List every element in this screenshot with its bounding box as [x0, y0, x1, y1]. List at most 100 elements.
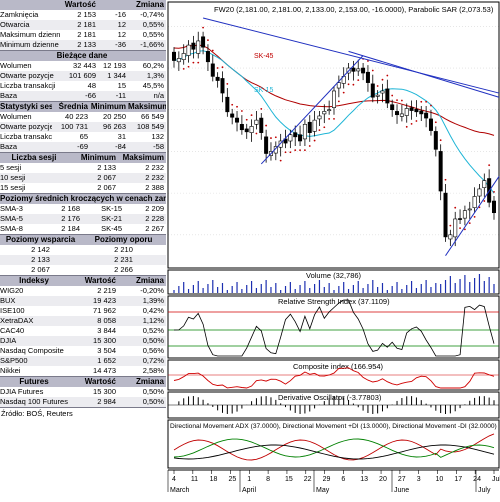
- candle-body: [482, 180, 487, 188]
- table-row: 15 sesji 2 067 2 388: [0, 183, 166, 193]
- moving-averages-table: Poziomy średnich kroczących w cenach zam…: [0, 194, 166, 235]
- table-cell: 0,42%: [142, 306, 164, 315]
- range-rows: 5 sesji 2 133 2 232 10 sesji 2 067 2 232 15 se…: [0, 163, 166, 194]
- header-cell: Zmiana: [98, 0, 166, 10]
- table-cell: SMA-3: [0, 204, 23, 213]
- sar-dot: [270, 137, 272, 139]
- sar-dot: [459, 227, 461, 230]
- sar-dot: [202, 26, 204, 29]
- sar-dot: [410, 123, 413, 125]
- candle-body: [458, 218, 463, 220]
- sar-dot: [236, 105, 238, 108]
- table-row: 10 sesji 2 067 2 232: [0, 173, 166, 183]
- table-cell: Minimum dzienne: [0, 40, 60, 50]
- table-row: 2 133 2 231: [0, 255, 166, 265]
- table-row: Wolumen 32 443 12 193 60,2%: [0, 61, 166, 71]
- candle-body: [472, 196, 477, 209]
- sessions-stats-table: Statystyki sesji Średnia Minimum Maksimu…: [0, 102, 166, 153]
- table-cell: 71 962: [93, 306, 116, 315]
- table-row: DJIA Futures 15 300 0,50%: [0, 387, 166, 397]
- candle-body: [399, 113, 404, 117]
- sar-dot: [400, 99, 403, 102]
- month-label: March: [170, 487, 190, 494]
- table-cell: 2 210: [114, 245, 133, 254]
- sar-dot: [468, 222, 471, 225]
- sar-dot: [294, 149, 297, 152]
- table-cell: Otwarcia: [0, 20, 60, 30]
- month-label: June: [394, 487, 409, 494]
- range-table-header: Liczba sesji Minimum Maksimum: [0, 153, 166, 163]
- table-cell: 96 263: [90, 122, 128, 132]
- candle-body: [298, 134, 303, 142]
- table-cell: DJIA: [0, 336, 70, 346]
- month-label: July: [478, 487, 491, 494]
- table-cell: 2 067: [70, 173, 118, 183]
- volume-panel-title: Volume (32,786): [306, 271, 362, 280]
- candle-body: [254, 119, 259, 125]
- candle-body: [404, 108, 409, 116]
- support-resistance-header: Poziomy wsparcia Poziomy oporu: [0, 235, 166, 245]
- table-cell: 15: [117, 81, 126, 90]
- header-cell: Wartość: [60, 0, 98, 10]
- table-row: S&P500 1 652 0,72%: [0, 356, 166, 366]
- table-cell: Otwarte pozycje: [0, 122, 52, 132]
- candle-body: [191, 42, 196, 50]
- moving-averages-rows: SMA-3 2 168 SK-15 2 209 SMA-5 2 176 SK-21 2 228…: [0, 204, 166, 235]
- table-cell: S&P500: [0, 356, 70, 366]
- sar-dot: [454, 206, 457, 209]
- table-cell: 15 300: [93, 387, 116, 396]
- table-cell: 2 984: [70, 397, 118, 407]
- table-cell: 2 142: [31, 245, 50, 254]
- date-label: 27: [398, 476, 406, 483]
- sar-dot: [381, 78, 384, 81]
- candle-body: [419, 110, 424, 115]
- sar-dot: [493, 190, 495, 193]
- market-table-header: Wartość Zmiana: [0, 0, 166, 10]
- sar-dot: [318, 129, 321, 132]
- table-row: SMA-5 2 176 SK-21 2 228: [0, 214, 166, 224]
- table-cell: 14 473: [93, 366, 116, 375]
- table-cell: 3 844: [97, 326, 116, 335]
- table-cell: 40 223: [65, 112, 88, 121]
- table-row: 2 067 2 266: [0, 265, 166, 275]
- header-cell: Maksimum: [118, 153, 166, 163]
- sar-dot: [313, 139, 316, 142]
- sar-dot: [231, 103, 234, 106]
- candle-body: [390, 104, 395, 111]
- sessions-stats-header: Statystyki sesji Średnia Minimum Maksimu…: [0, 102, 166, 112]
- table-row: WIG20 2 219 -0,20%: [0, 286, 166, 296]
- candle-body: [351, 67, 356, 72]
- header-cell: Poziomy wsparcia: [0, 235, 83, 245]
- candle-body: [477, 188, 482, 197]
- table-cell: 12: [98, 20, 128, 30]
- table-cell: 2 228: [124, 214, 166, 224]
- table-cell: 2 133: [0, 255, 83, 265]
- price-panel-title: FW20 (2,181.00, 2,181.00, 2,133.00, 2,15…: [214, 5, 494, 14]
- table-cell: 132: [151, 132, 164, 141]
- sar-dot: [197, 61, 200, 64]
- header-cell: Poziomy średnich kroczących w cenach zam…: [0, 194, 166, 204]
- sar-dot: [333, 118, 335, 120]
- table-cell: 0,50%: [118, 336, 166, 346]
- table-cell: SMA-8: [0, 224, 23, 233]
- market-table: Wartość Zmiana Zamknięcia 2 153 -16 -0,74% O…: [0, 0, 166, 51]
- table-row: BUX 19 423 1,39%: [0, 296, 166, 306]
- table-cell: -16: [115, 10, 126, 19]
- header-cell: Bieżące dane: [0, 51, 166, 61]
- table-cell: 19 423: [70, 296, 118, 306]
- sar-dot: [192, 61, 195, 64]
- candle-body: [210, 63, 215, 77]
- table-cell: 12: [117, 30, 126, 39]
- candle-body: [293, 132, 298, 138]
- sar-dot: [328, 118, 331, 120]
- candle-body: [462, 210, 467, 219]
- table-cell: -0,74%: [140, 10, 165, 19]
- sar-dot: [434, 121, 437, 124]
- sar-dot: [342, 91, 345, 94]
- rsi-panel-title: Relative Strength Index (37.1109): [278, 297, 390, 306]
- table-cell: SK-45: [101, 224, 122, 233]
- candle-body: [361, 67, 366, 74]
- candle-body: [317, 115, 322, 120]
- table-cell: 12 193: [103, 61, 126, 70]
- sar-dot: [274, 136, 277, 139]
